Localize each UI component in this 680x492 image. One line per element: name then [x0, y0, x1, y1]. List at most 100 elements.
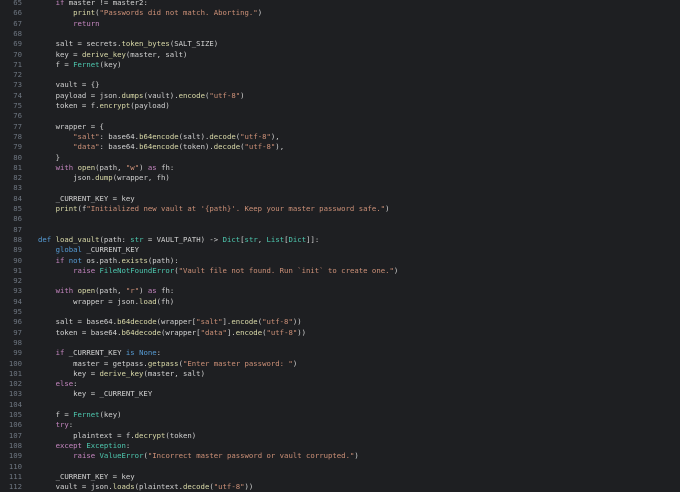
code-line[interactable]: 74 payload = json.dumps(vault).encode("u… [0, 91, 680, 101]
code-line[interactable]: 108 except Exception: [0, 441, 680, 451]
code-line[interactable]: 90 if not os.path.exists(path): [0, 256, 680, 266]
code-token: wrapper = { [38, 121, 104, 131]
code-line[interactable]: 73 vault = {} [0, 80, 680, 90]
code-line[interactable]: 66 print("Passwords did not match. Abort… [0, 8, 680, 18]
line-number: 96 [13, 317, 22, 327]
code-line[interactable]: 111 _CURRENT_KEY = key [0, 472, 680, 482]
code-line[interactable]: 92 [0, 276, 680, 286]
code-line[interactable]: 82 json.dump(wrapper, fh) [0, 173, 680, 183]
code-token: load_vault [55, 234, 100, 244]
code-token: plaintext = f. [38, 430, 135, 440]
code-text: global _CURRENT_KEY [38, 245, 139, 255]
code-token: FileNotFoundError [99, 265, 175, 275]
code-line[interactable]: 65 if master != master2: [0, 0, 680, 8]
code-text: key = _CURRENT_KEY [38, 389, 152, 399]
code-token: "utf-8" [209, 90, 241, 100]
code-token: b64decode [121, 327, 162, 337]
code-token: "Enter master password: " [183, 358, 293, 368]
code-line[interactable]: 95 [0, 307, 680, 317]
code-line[interactable]: 88 def load_vault(path: str = VAULT_PATH)… [0, 235, 680, 245]
code-token: (token). [178, 142, 214, 152]
code-line[interactable]: 102 else: [0, 379, 680, 389]
line-number: 79 [13, 142, 22, 152]
line-number: 67 [13, 18, 22, 28]
code-line[interactable]: 103 key = _CURRENT_KEY [0, 389, 680, 399]
code-line[interactable]: 75 token = f.encrypt(payload) [0, 101, 680, 111]
line-number: 107 [8, 430, 22, 440]
code-editor[interactable]: 65 if master != master2: 66 print("Passwo… [0, 0, 680, 492]
code-line[interactable]: 104 [0, 400, 680, 410]
line-number: 84 [13, 193, 22, 203]
code-line[interactable]: 84 _CURRENT_KEY = key [0, 194, 680, 204]
code-line[interactable]: 70 key = derive_key(master, salt) [0, 50, 680, 60]
code-line[interactable]: 68 [0, 29, 680, 39]
code-text: } [38, 153, 60, 163]
code-token: "Vault file not found. Run `init` to cre… [178, 265, 394, 275]
code-token: dump [95, 173, 113, 183]
code-token: : [68, 420, 74, 430]
code-token: (wrapper[ [156, 317, 197, 327]
code-text: key = derive_key(master, salt) [38, 49, 188, 60]
code-line[interactable]: 72 [0, 70, 680, 80]
code-token: ) [354, 451, 359, 461]
code-line[interactable]: 106 try: [0, 420, 680, 430]
code-line[interactable]: 97 token = base64.b64decode(wrapper["dat… [0, 328, 680, 338]
code-line[interactable]: 77 wrapper = { [0, 122, 680, 132]
code-text: raise FileNotFoundError("Vault file not … [38, 266, 398, 276]
code-token: raise [73, 265, 96, 275]
code-line[interactable]: 100 master = getpass.getpass("Enter mast… [0, 359, 680, 369]
code-line[interactable]: 83 [0, 183, 680, 193]
code-token: Dict [222, 234, 241, 244]
code-line[interactable]: 91 raise FileNotFoundError("Vault file n… [0, 266, 680, 276]
code-token: open [77, 286, 96, 296]
code-line[interactable]: 109 raise ValueError("Incorrect master p… [0, 451, 680, 461]
code-line[interactable]: 67 return [0, 19, 680, 29]
code-token: _CURRENT_KEY = key [38, 193, 135, 203]
code-line[interactable]: 96 salt = base64.b64decode(wrapper["salt… [0, 317, 680, 327]
code-line[interactable]: 78 "salt": base64.b64encode(salt).decode… [0, 132, 680, 142]
code-line[interactable]: 110 [0, 462, 680, 472]
code-line[interactable]: 69 salt = secrets.token_bytes(SALT_SIZE) [0, 39, 680, 49]
code-token: not [68, 255, 82, 265]
code-line[interactable]: 79 "data": base64.b64encode(token).decod… [0, 142, 680, 152]
code-line[interactable]: 76 [0, 111, 680, 121]
code-line[interactable]: 89 global _CURRENT_KEY [0, 245, 680, 255]
line-number: 86 [13, 214, 22, 224]
code-token: (salt). [178, 131, 210, 141]
code-line[interactable]: 86 [0, 214, 680, 224]
code-line[interactable]: 107 plaintext = f.decrypt(token) [0, 431, 680, 441]
line-number: 72 [13, 70, 22, 80]
code-line[interactable]: 94 wrapper = json.load(fh) [0, 297, 680, 307]
code-token: (plaintext. [134, 482, 183, 492]
code-token: master = getpass. [38, 358, 148, 368]
code-line[interactable]: 98 [0, 338, 680, 348]
code-line[interactable]: 87 [0, 225, 680, 235]
line-number: 78 [13, 131, 22, 141]
code-line[interactable]: 101 key = derive_key(master, salt) [0, 369, 680, 379]
code-token: derive_key [99, 368, 144, 378]
code-token: (path, [95, 286, 126, 296]
code-line[interactable]: 105 f = Fernet(key) [0, 410, 680, 420]
line-number: 88 [13, 234, 22, 244]
code-line[interactable]: 80 } [0, 153, 680, 163]
code-token: Exception [86, 440, 126, 450]
code-text: with open(path, "w") as fh: [38, 163, 175, 173]
code-token: token = base64. [38, 327, 122, 337]
code-line[interactable]: 81 with open(path, "w") as fh: [0, 163, 680, 173]
code-line[interactable]: 112 vault = json.loads(plaintext.decode(… [0, 482, 680, 492]
code-line[interactable]: 93 with open(path, "r") as fh: [0, 286, 680, 296]
code-token: wrapper = json. [38, 296, 140, 306]
code-line[interactable]: 99 if _CURRENT_KEY is None: [0, 348, 680, 358]
code-token: "salt" [73, 131, 100, 141]
code-token: derive_key [81, 49, 126, 59]
code-token: os.path. [81, 255, 122, 265]
code-text: def load_vault(path: str = VAULT_PATH) -… [38, 235, 319, 245]
code-line[interactable]: 85 print(f"Initialized new vault at '{pa… [0, 204, 680, 214]
code-token: def [38, 234, 52, 244]
code-line[interactable]: 71 f = Fernet(key) [0, 60, 680, 70]
code-token: ) [292, 358, 298, 368]
code-token: (payload) [130, 101, 170, 110]
